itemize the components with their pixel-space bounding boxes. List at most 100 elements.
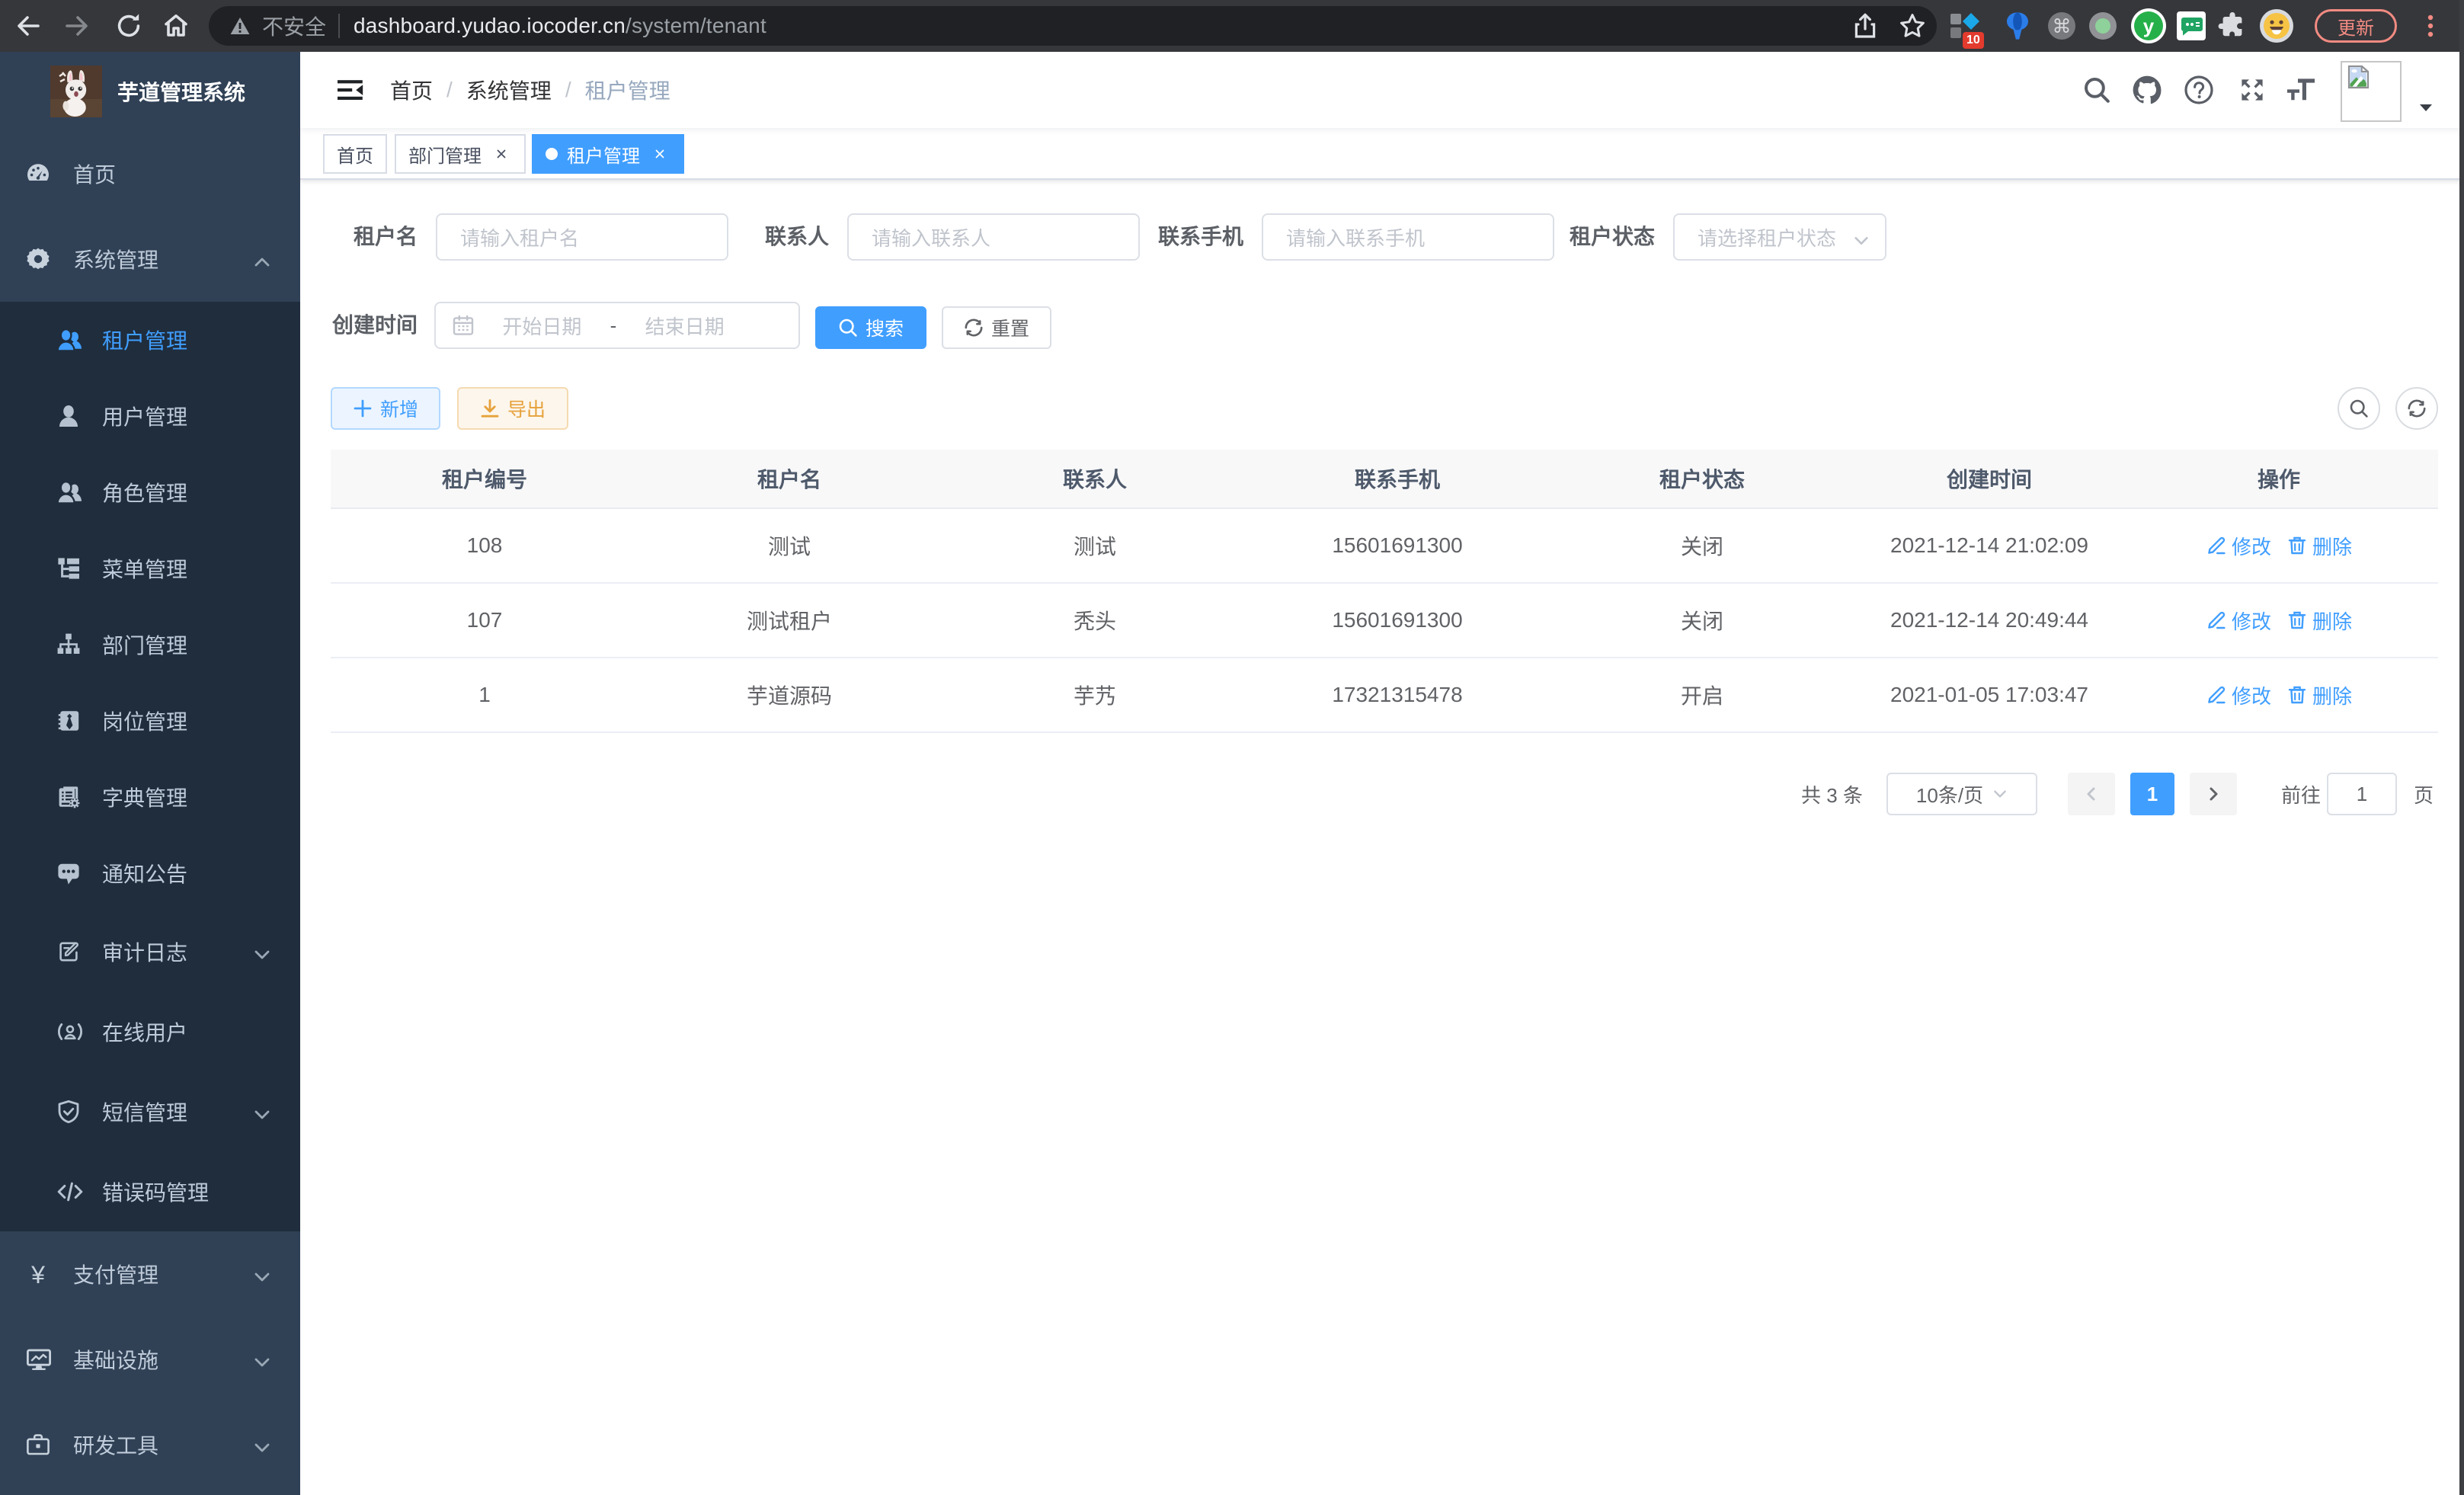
sidebar-item-1[interactable]: 首页 bbox=[0, 131, 300, 216]
extension-balloon-icon[interactable] bbox=[2002, 0, 2033, 52]
contact-label: 联系人 bbox=[744, 213, 847, 261]
pagination-page-1[interactable]: 1 bbox=[2130, 773, 2174, 815]
refresh-table-button[interactable] bbox=[2395, 387, 2438, 430]
bookmark-star-icon[interactable] bbox=[1899, 0, 1926, 52]
extension-command-icon[interactable]: ⌘ bbox=[2045, 0, 2078, 52]
profile-avatar-icon[interactable] bbox=[2258, 0, 2295, 52]
toggle-search-button[interactable] bbox=[2338, 387, 2380, 430]
extension-dot-icon[interactable] bbox=[2086, 0, 2120, 52]
cell-create_time: 2021-12-14 21:02:09 bbox=[1859, 509, 2120, 582]
breadcrumb: 首页/系统管理/租户管理 bbox=[390, 52, 670, 128]
extensions-menu-icon[interactable] bbox=[2217, 0, 2248, 52]
tab-部门管理[interactable]: 部门管理 bbox=[395, 134, 526, 174]
browser-reload-button[interactable] bbox=[113, 0, 145, 52]
github-icon[interactable] bbox=[2121, 52, 2173, 128]
help-doc-icon[interactable] bbox=[2173, 52, 2225, 128]
delete-link[interactable]: 删除 bbox=[2286, 681, 2352, 709]
create-time-range-picker[interactable]: 开始日期-结束日期 bbox=[434, 302, 800, 349]
sidebar-item-14[interactable]: 错误码管理 bbox=[0, 1151, 300, 1231]
pagination-goto-input[interactable]: 1 bbox=[2327, 773, 2397, 815]
export-button[interactable]: 导出 bbox=[457, 387, 568, 430]
sidebar-item-11[interactable]: 审计日志 bbox=[0, 911, 300, 991]
breadcrumb-item: 租户管理 bbox=[585, 75, 670, 105]
edit-link[interactable]: 修改 bbox=[2206, 607, 2271, 635]
fullscreen-icon[interactable] bbox=[2226, 52, 2278, 128]
cell-contact: 秃头 bbox=[940, 584, 1250, 657]
cell-status: 关闭 bbox=[1545, 509, 1859, 582]
window-edge bbox=[2459, 0, 2464, 1495]
extension-y-icon[interactable]: y bbox=[2130, 0, 2167, 52]
search-small-icon bbox=[838, 318, 858, 338]
breadcrumb-item[interactable]: 首页 bbox=[390, 75, 433, 105]
user-avatar[interactable] bbox=[2341, 61, 2402, 122]
chevron-down-icon bbox=[253, 1106, 271, 1124]
cell-contact: 芋艿 bbox=[940, 658, 1250, 731]
table-row: 108测试测试15601691300关闭2021-12-14 21:02:09修… bbox=[331, 509, 2438, 584]
contact-input[interactable]: 请输入联系人 bbox=[847, 213, 1140, 261]
extension-chat-icon[interactable] bbox=[2174, 0, 2208, 52]
address-bar[interactable]: 不安全 dashboard.yudao.iocoder.cn/system/ten… bbox=[209, 6, 1937, 46]
chevron-down-icon bbox=[1853, 232, 1870, 249]
delete-icon bbox=[2286, 684, 2308, 706]
url-text[interactable]: dashboard.yudao.iocoder.cn/system/tenant bbox=[354, 14, 766, 38]
sidebar-item-16[interactable]: 基础设施 bbox=[0, 1317, 300, 1402]
sidebar-item-3[interactable]: 租户管理 bbox=[0, 302, 300, 378]
search-button[interactable]: 搜索 bbox=[815, 306, 926, 349]
table-header: 租户编号租户名联系人联系手机租户状态创建时间操作 bbox=[331, 450, 2438, 509]
app-logo[interactable]: 芋道管理系统 bbox=[0, 52, 300, 131]
sidebar-item-7[interactable]: 部门管理 bbox=[0, 607, 300, 683]
security-chip[interactable]: 不安全 bbox=[262, 11, 326, 41]
delete-icon bbox=[2286, 535, 2308, 556]
delete-link[interactable]: 删除 bbox=[2286, 532, 2352, 560]
browser-forward-button[interactable] bbox=[61, 0, 93, 52]
column-header: 租户名 bbox=[638, 450, 940, 507]
sidebar-item-12[interactable]: 在线用户 bbox=[0, 991, 300, 1071]
edit-link[interactable]: 修改 bbox=[2206, 532, 2271, 560]
sidebar-item-9[interactable]: 字典管理 bbox=[0, 759, 300, 835]
sidebar-item-2[interactable]: 系统管理 bbox=[0, 216, 300, 302]
online-icon bbox=[56, 1020, 81, 1044]
hamburger-button[interactable] bbox=[323, 52, 378, 128]
edit-link[interactable]: 修改 bbox=[2206, 681, 2271, 709]
table-row: 107测试租户秃头15601691300关闭2021-12-14 20:49:4… bbox=[331, 584, 2438, 658]
reset-button-label: 重置 bbox=[991, 314, 1029, 341]
sidebar-item-15[interactable]: ¥支付管理 bbox=[0, 1231, 300, 1317]
sidebar-item-13[interactable]: 短信管理 bbox=[0, 1071, 300, 1151]
tag-close-icon[interactable] bbox=[649, 143, 670, 165]
status-select[interactable]: 请选择租户状态 bbox=[1673, 213, 1886, 261]
nav-search-icon bbox=[2083, 76, 2110, 104]
tab-租户管理[interactable]: 租户管理 bbox=[532, 134, 684, 174]
pagination-prev-button[interactable] bbox=[2068, 773, 2115, 815]
reset-button[interactable]: 重置 bbox=[942, 306, 1051, 349]
update-button[interactable]: 更新 bbox=[2315, 9, 2397, 43]
sidebar-item-8[interactable]: 岗位管理 bbox=[0, 683, 300, 759]
ext-y-icon: y bbox=[2130, 8, 2167, 44]
ext-chat-icon bbox=[2174, 9, 2208, 43]
mobile-input[interactable]: 请输入联系手机 bbox=[1262, 213, 1554, 261]
share-icon[interactable] bbox=[1851, 0, 1879, 52]
browser-home-button[interactable] bbox=[160, 0, 192, 52]
font-size-icon[interactable] bbox=[2275, 52, 2327, 128]
browser-back-button[interactable] bbox=[12, 0, 44, 52]
tenant-name-input[interactable]: 请输入租户名 bbox=[436, 213, 728, 261]
column-header: 操作 bbox=[2120, 450, 2438, 507]
sidebar-item-5[interactable]: 角色管理 bbox=[0, 454, 300, 530]
header-search-icon[interactable] bbox=[2071, 52, 2123, 128]
add-button[interactable]: 新增 bbox=[331, 387, 440, 430]
tab-首页[interactable]: 首页 bbox=[323, 134, 387, 174]
breadcrumb-item[interactable]: 系统管理 bbox=[466, 75, 552, 105]
browser-menu-icon[interactable] bbox=[2417, 0, 2444, 52]
back-icon bbox=[13, 11, 43, 41]
delete-link[interactable]: 删除 bbox=[2286, 607, 2352, 635]
sidebar-item-17[interactable]: 研发工具 bbox=[0, 1402, 300, 1487]
sidebar-item-10[interactable]: 通知公告 bbox=[0, 835, 300, 911]
pagination-next-button[interactable] bbox=[2190, 773, 2237, 815]
sidebar-item-6[interactable]: 菜单管理 bbox=[0, 530, 300, 607]
page-size-select[interactable]: 10条/页 bbox=[1886, 773, 2037, 815]
avatar-caret-icon[interactable] bbox=[2420, 104, 2432, 111]
sidebar-item-4[interactable]: 用户管理 bbox=[0, 378, 300, 454]
tag-close-icon[interactable] bbox=[491, 143, 512, 165]
cell-contact: 测试 bbox=[940, 509, 1250, 582]
extension-blocks-icon[interactable]: 10 bbox=[1947, 0, 1981, 52]
pagination-total: 共 3 条 bbox=[1801, 773, 1863, 815]
